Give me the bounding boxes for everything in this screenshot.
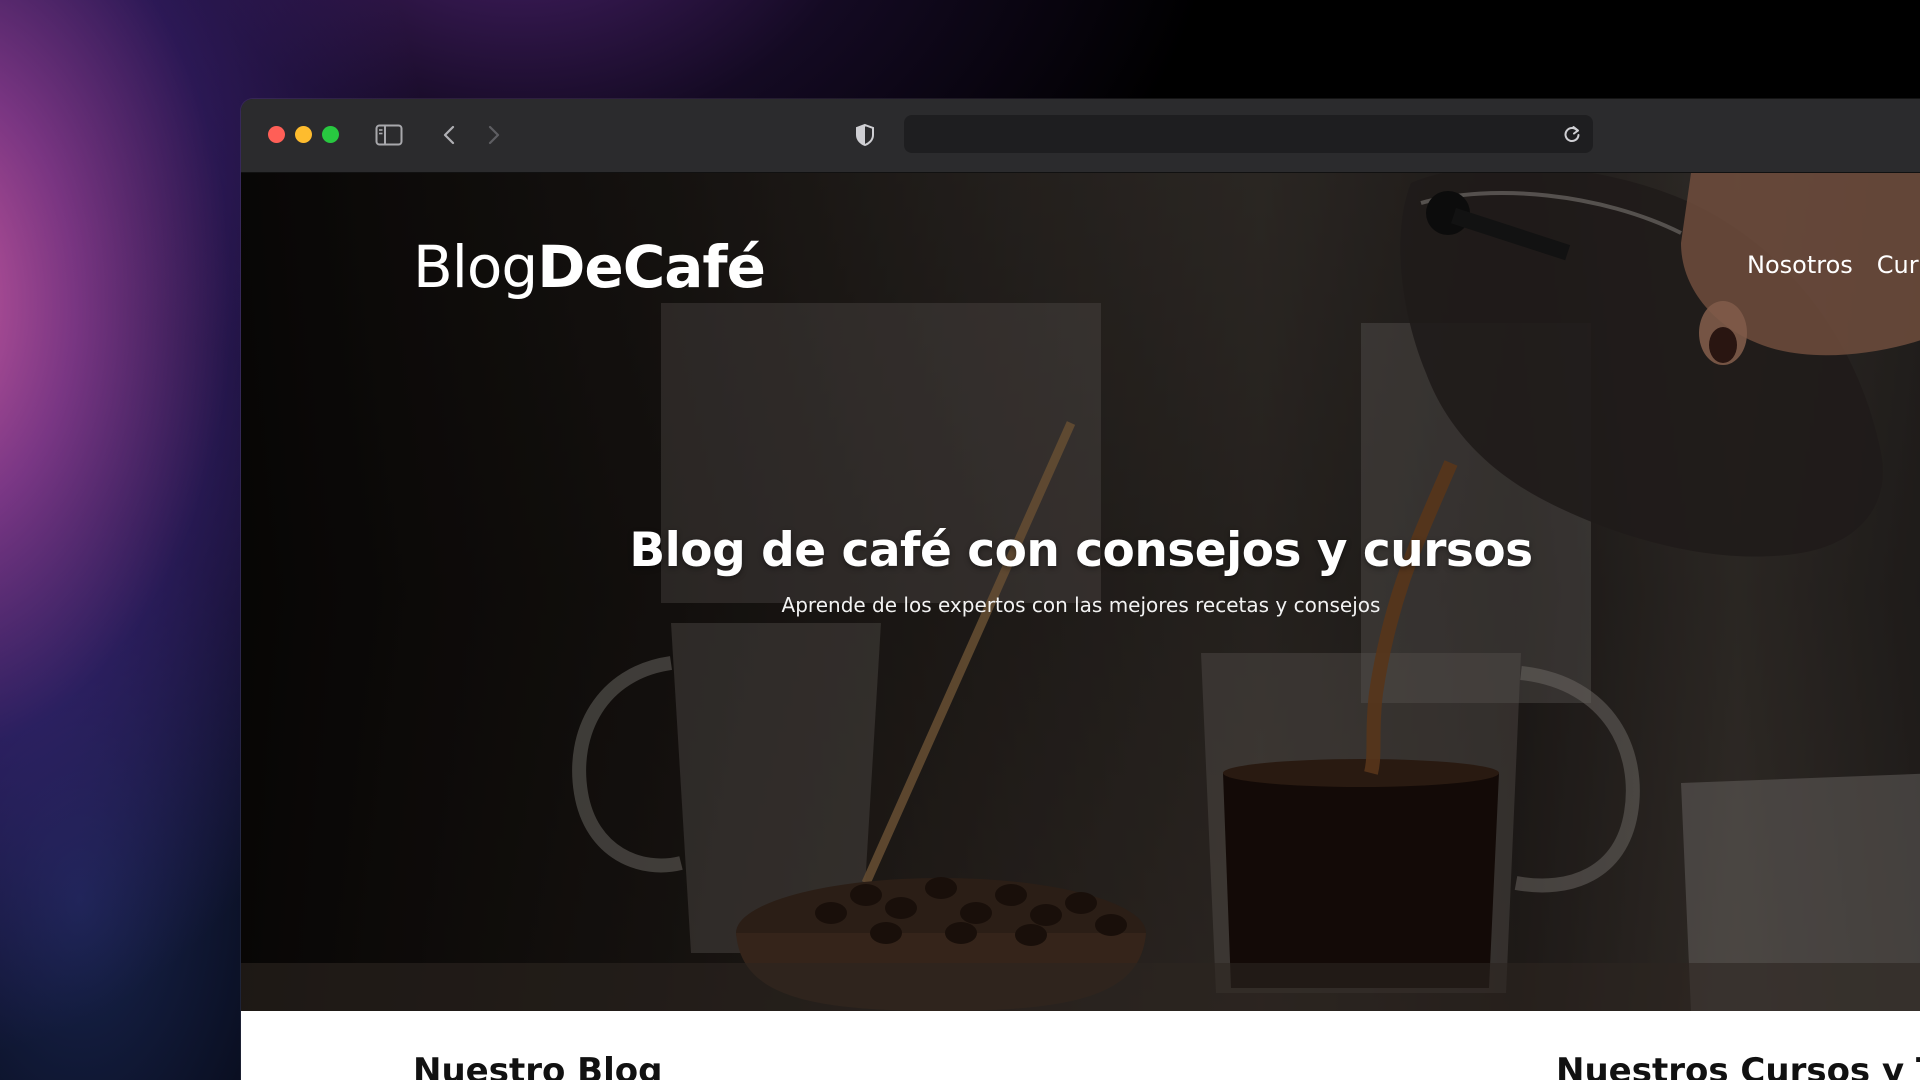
site-logo[interactable]: BlogDeCafé [413, 233, 766, 301]
main-nav: Nosotros Cur [1747, 251, 1919, 279]
web-page: BlogDeCafé Nosotros Cur Blog de café con… [241, 173, 1920, 1080]
courses-section-heading: Nuestros Cursos y T [1556, 1051, 1920, 1080]
blog-section-heading: Nuestro Blog [413, 1051, 663, 1080]
zoom-window-button[interactable] [322, 126, 339, 143]
nav-link-cursos[interactable]: Cur [1877, 251, 1919, 279]
logo-text-light: Blog [413, 233, 538, 301]
url-input[interactable] [918, 121, 1522, 149]
forward-arrow-icon[interactable] [482, 121, 506, 149]
close-window-button[interactable] [268, 126, 285, 143]
minimize-window-button[interactable] [295, 126, 312, 143]
shield-icon[interactable] [852, 121, 878, 149]
logo-text-bold: DeCafé [537, 233, 766, 301]
address-bar[interactable] [904, 115, 1593, 153]
browser-toolbar [241, 99, 1920, 173]
back-arrow-icon[interactable] [437, 121, 461, 149]
hero-subtitle: Aprende de los expertos con las mejores … [781, 593, 1381, 617]
hero-section: BlogDeCafé Nosotros Cur Blog de café con… [241, 173, 1920, 1011]
sidebar-toggle-icon[interactable] [374, 121, 404, 149]
hero-title: Blog de café con consejos y cursos [629, 523, 1533, 578]
browser-window: BlogDeCafé Nosotros Cur Blog de café con… [241, 99, 1920, 1080]
nav-link-nosotros[interactable]: Nosotros [1747, 251, 1853, 279]
reload-icon[interactable] [1561, 123, 1583, 145]
